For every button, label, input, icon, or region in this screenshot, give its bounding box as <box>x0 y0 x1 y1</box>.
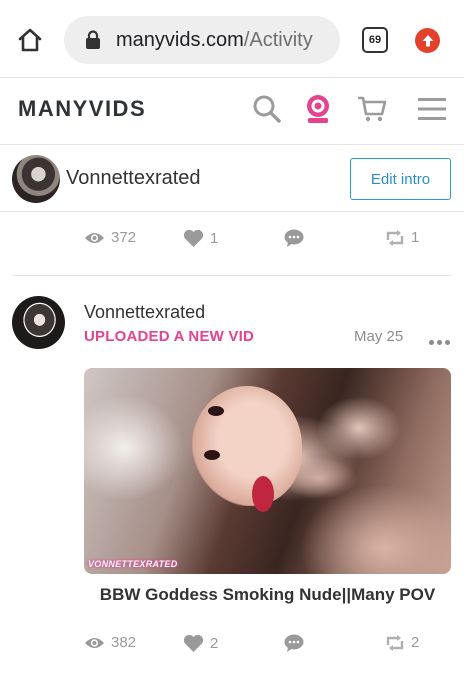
likes-count: 2 <box>210 635 219 652</box>
profile-bar: Vonnettexrated Edit intro <box>0 146 464 212</box>
browser-toolbar: manyvids.com/Activity 69 <box>0 0 464 78</box>
repost-count: 2 <box>411 634 420 651</box>
comment-icon <box>284 229 304 247</box>
divider <box>13 275 451 276</box>
url-text: manyvids.com/Activity <box>116 29 313 52</box>
update-icon[interactable] <box>415 28 440 53</box>
repost-stat[interactable]: 1 <box>385 229 419 246</box>
lock-icon <box>86 30 100 49</box>
edit-intro-button[interactable]: Edit intro <box>350 158 451 200</box>
post-date: May 25 <box>354 328 404 345</box>
url-path: /Activity <box>243 28 313 51</box>
menu-icon[interactable] <box>416 93 448 125</box>
repost-icon <box>386 634 404 651</box>
comment-button[interactable] <box>284 634 310 652</box>
post-author-avatar[interactable] <box>12 296 65 349</box>
repost-icon <box>386 229 404 246</box>
repost-count: 1 <box>411 229 420 246</box>
likes-stat[interactable]: 2 <box>183 634 218 653</box>
thumbnail-lips <box>252 476 274 512</box>
profile-name[interactable]: Vonnettexrated <box>66 167 201 190</box>
eye-icon <box>85 637 104 648</box>
comment-icon <box>284 634 304 652</box>
post-action-label: UPLOADED A NEW VID <box>84 328 254 345</box>
views-count: 372 <box>111 229 137 246</box>
likes-count: 1 <box>210 230 219 247</box>
views-count: 382 <box>111 634 137 651</box>
thumbnail-subject <box>192 386 302 506</box>
views-stat: 372 <box>84 229 136 246</box>
avatar[interactable] <box>12 155 60 203</box>
post-stats: 382 2 2 <box>0 634 464 664</box>
video-title[interactable]: BBW Goddess Smoking Nude||Many POV <box>84 585 451 605</box>
repost-stat[interactable]: 2 <box>385 634 419 651</box>
post-author-name[interactable]: Vonnettexrated <box>84 302 205 323</box>
heart-icon <box>183 229 204 247</box>
cart-icon[interactable] <box>356 93 388 125</box>
thumbnail-watermark: VONNETTEXRATED <box>88 559 178 569</box>
url-domain: manyvids.com <box>116 28 244 51</box>
comment-button[interactable] <box>284 229 310 247</box>
search-icon[interactable] <box>251 93 283 125</box>
site-logo[interactable]: MANYVIDS <box>18 96 146 122</box>
video-thumbnail[interactable]: VONNETTEXRATED <box>84 368 451 574</box>
likes-stat[interactable]: 1 <box>183 229 218 248</box>
thumbnail-eye <box>208 406 224 416</box>
webcam-icon[interactable] <box>302 93 334 125</box>
heart-icon <box>183 634 204 652</box>
views-stat: 382 <box>84 634 136 651</box>
home-icon[interactable] <box>14 24 46 56</box>
prev-post-stats: 372 1 1 <box>0 229 464 259</box>
eye-icon <box>85 232 104 243</box>
thumbnail-eye <box>204 450 220 460</box>
site-header: MANYVIDS <box>0 79 464 145</box>
more-options-icon[interactable] <box>429 337 453 347</box>
address-bar[interactable]: manyvids.com/Activity <box>64 16 340 64</box>
tab-switcher-button[interactable]: 69 <box>362 27 388 53</box>
